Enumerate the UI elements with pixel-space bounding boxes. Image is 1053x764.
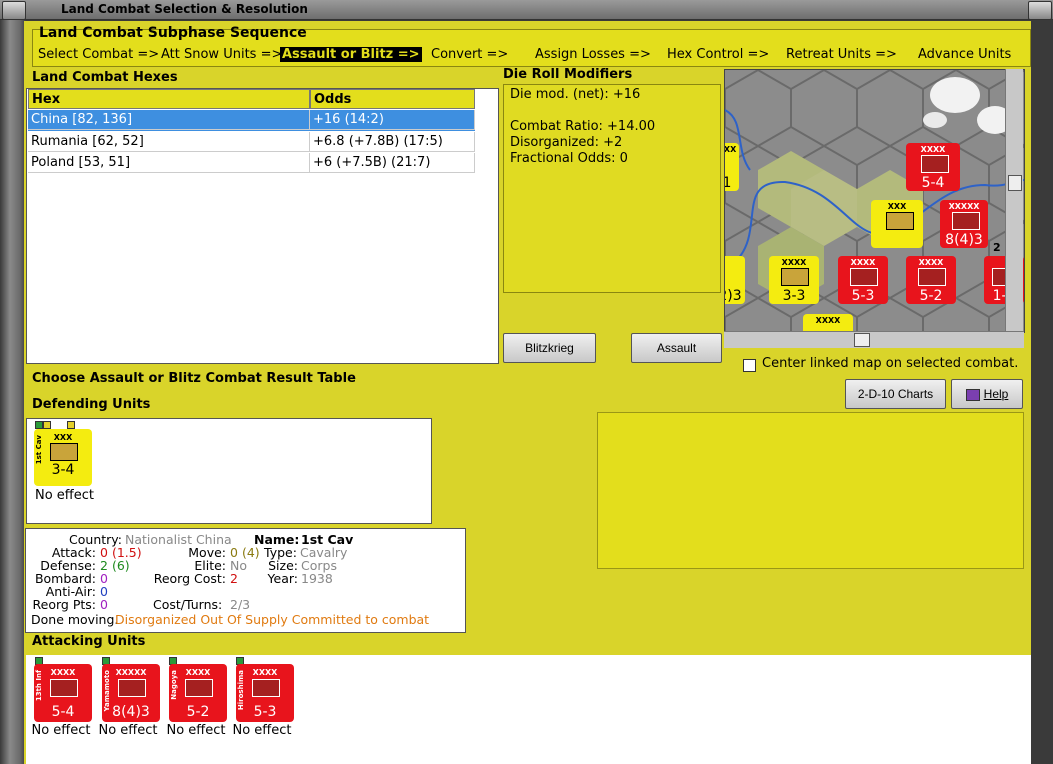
defending-heading: Defending Units — [32, 397, 151, 412]
map-unit[interactable]: XXXX 5-4 — [906, 143, 960, 191]
system-menu-icon[interactable] — [2, 1, 26, 20]
center-map-checkbox[interactable] — [743, 359, 756, 372]
hex-cell: Rumania [62, 52] — [28, 132, 310, 152]
attacker-effect: No effect — [232, 723, 292, 738]
attacker-unit[interactable]: Nagoya XXXX 5-2 — [169, 664, 227, 722]
year-value: 1938 — [301, 571, 333, 586]
help-label: Help — [983, 387, 1009, 401]
attacker-unit[interactable]: Yamamoto XXXXX 8(4)3 — [102, 664, 160, 722]
attacking-heading: Attacking Units — [32, 634, 146, 649]
step-select-combat: Select Combat => — [38, 47, 160, 62]
hex-cell: Poland [53, 51] — [28, 153, 310, 173]
map-unit[interactable]: XXXX 3-3 — [769, 256, 819, 304]
map-horizontal-scrollbar[interactable] — [724, 331, 1024, 348]
attacker-effect: No effect — [98, 723, 158, 738]
step-assault-or-blitz: Assault or Blitz => — [280, 47, 422, 62]
map-vertical-scrollbar[interactable] — [1005, 69, 1023, 331]
linked-map[interactable]: XXXX 5-4 XXXXX 8(4)3 XXX XXXX 3-3 XXXX 5-3 X… — [724, 69, 1025, 333]
map-unit[interactable]: 2)3 — [725, 256, 745, 304]
defender-effect: No effect — [35, 488, 95, 503]
step-hex-control: Hex Control => — [667, 47, 770, 62]
column-header-hex[interactable]: Hex — [28, 89, 310, 109]
result-panel — [597, 412, 1024, 569]
odds-cell: +6.8 (+7.8B) (17:5) — [310, 132, 475, 152]
scroll-thumb[interactable] — [1008, 175, 1022, 191]
help-button[interactable]: Help — [951, 379, 1023, 409]
modifier-combat-ratio: Combat Ratio: +14.00 — [510, 119, 656, 134]
step-advance-units: Advance Units — [918, 47, 1012, 62]
step-retreat-units: Retreat Units => — [786, 47, 897, 62]
status-flags: Disorganized Out Of Supply Committed to … — [115, 612, 430, 627]
unit-info-panel: Country: Nationalist China Name: 1st Cav… — [25, 528, 466, 633]
odds-cell: +16 (14:2) — [310, 110, 475, 130]
map-unit[interactable]: XXX1 — [725, 143, 739, 191]
sequence-heading: Land Combat Subphase Sequence — [39, 25, 307, 41]
column-header-odds[interactable]: Odds — [310, 89, 475, 109]
reorg-pts-label: Reorg Pts: — [32, 597, 96, 612]
hexes-heading: Land Combat Hexes — [32, 70, 178, 85]
modifier-fractional-odds: Fractional Odds: 0 — [510, 151, 628, 166]
step-assign-losses: Assign Losses => — [535, 47, 651, 62]
map-unit[interactable]: XXXX 5-3 — [838, 256, 888, 304]
status-pip — [43, 421, 51, 429]
modifier-disorganized: Disorganized: +2 — [510, 135, 623, 150]
stack-count: 2 — [993, 241, 1001, 254]
attacker-unit[interactable]: 13th Inf XXXX 5-4 — [34, 664, 92, 722]
table-row[interactable]: Poland [53, 51] +6 (+7.5B) (21:7) — [28, 153, 475, 174]
year-label: Year: — [267, 571, 298, 586]
assault-button[interactable]: Assault — [631, 333, 722, 363]
attacker-effect: No effect — [31, 723, 91, 738]
attacking-units-box: 13th Inf XXXX 5-4 No effect Yamamoto XXX… — [26, 655, 1031, 764]
odds-cell: +6 (+7.5B) (21:7) — [310, 153, 475, 173]
attacker-effect: No effect — [166, 723, 226, 738]
table-row[interactable]: Rumania [62, 52] +6.8 (+7.8B) (17:5) — [28, 132, 475, 153]
center-map-label: Center linked map on selected combat. — [762, 356, 1019, 371]
close-icon[interactable] — [1028, 1, 1052, 20]
blitzkrieg-button[interactable]: Blitzkrieg — [503, 333, 596, 363]
modifiers-heading: Die Roll Modifiers — [503, 67, 633, 82]
status-done: Done moving. — [31, 612, 119, 627]
step-att-snow-units: Att Snow Units => — [161, 47, 283, 62]
attacker-unit[interactable]: Hiroshima XXXX 5-3 — [236, 664, 294, 722]
scroll-thumb[interactable] — [854, 333, 870, 347]
help-book-icon — [965, 388, 980, 401]
modifier-net: Die mod. (net): +16 — [510, 87, 641, 102]
map-unit[interactable]: XXXXX 8(4)3 — [940, 200, 988, 248]
title-bar[interactable]: Land Combat Selection & Resolution — [0, 0, 1053, 20]
reorg-pts-value: 0 — [100, 597, 108, 612]
table-row[interactable]: China [82, 136] +16 (14:2) — [28, 110, 475, 131]
hex-cell: China [82, 136] — [28, 110, 310, 130]
charts-button[interactable]: 2-D-10 Charts — [845, 379, 946, 409]
map-unit[interactable]: XXX — [871, 200, 923, 248]
window-title: Land Combat Selection & Resolution — [61, 2, 308, 16]
status-pip — [35, 421, 43, 429]
step-convert: Convert => — [431, 47, 509, 62]
defending-units-box: 1st Cav XXX 3-4 No effect — [26, 418, 432, 524]
crt-heading: Choose Assault or Blitz Combat Result Ta… — [32, 371, 356, 386]
map-unit[interactable]: XXXX 5-2 — [906, 256, 956, 304]
cost-turns-label: Cost/Turns: — [153, 597, 223, 612]
cost-turns-value: 2/3 — [230, 597, 251, 612]
combat-hexes-table[interactable]: Hex Odds China [82, 136] +16 (14:2) Ruma… — [26, 88, 499, 364]
reorg-cost-label: Reorg Cost: — [153, 571, 226, 586]
defender-unit[interactable]: 1st Cav XXX 3-4 — [34, 429, 92, 486]
status-pip — [67, 421, 75, 429]
modifiers-box: Die mod. (net): +16 Combat Ratio: +14.00… — [503, 84, 721, 293]
